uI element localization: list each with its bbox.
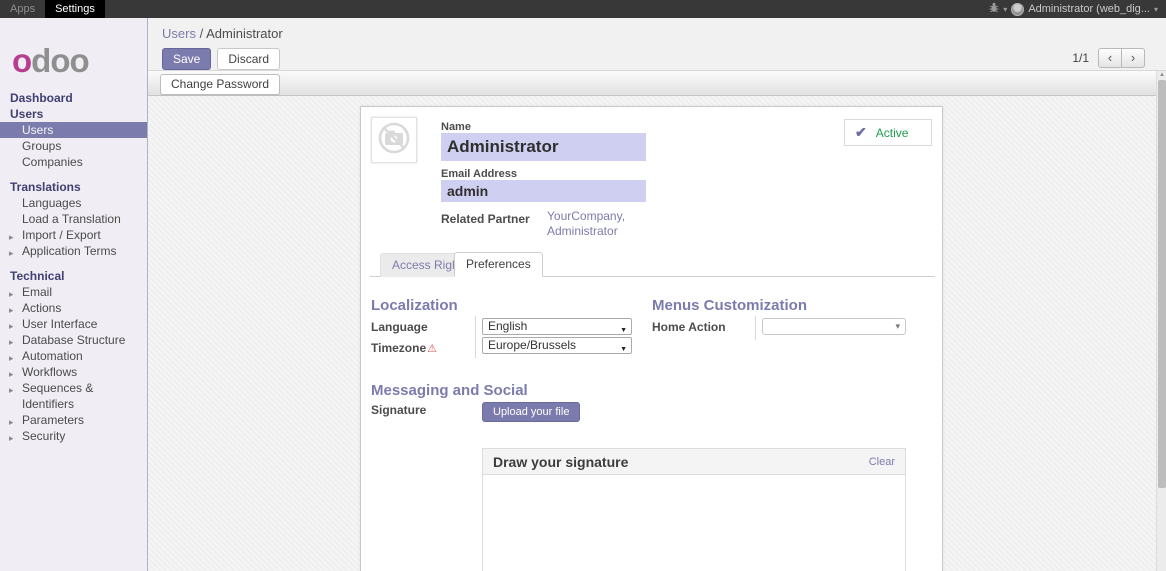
odoo-logo: odoo	[0, 18, 147, 90]
sidebar-item-security[interactable]: ▸Security	[0, 428, 147, 444]
sidebar-menu: Dashboard Users Users Groups Companies T…	[0, 90, 147, 444]
dropdown-caret-icon: ▾	[895, 321, 900, 332]
select-caret-icon: ▼	[620, 342, 627, 357]
sidebar-heading-dashboard: Dashboard	[0, 90, 147, 106]
debug-icon[interactable]	[989, 0, 999, 18]
sidebar-heading-translations: Translations	[0, 179, 147, 195]
breadcrumb-users-link[interactable]: Users	[162, 26, 196, 41]
sidebar-item-groups[interactable]: Groups	[0, 138, 147, 154]
control-panel: Users / Administrator Save Discard 1/1 ‹…	[148, 18, 1166, 71]
pager-previous-button[interactable]: ‹	[1098, 48, 1122, 68]
sidebar-item-languages[interactable]: Languages	[0, 195, 147, 211]
select-caret-icon: ▼	[620, 323, 627, 338]
home-action-label: Home Action	[652, 320, 726, 334]
sidebar-item-application-terms[interactable]: ▸Application Terms	[0, 243, 147, 259]
name-label: Name	[441, 121, 471, 133]
secondary-sidebar: odoo Dashboard Users Users Groups Compan…	[0, 18, 148, 571]
odoo-settings-window: Apps Settings ▾ Administrator (web_dig..…	[0, 0, 1166, 571]
sidebar-item-sequences-identifiers[interactable]: ▸Sequences & Identifiers	[0, 380, 147, 412]
email-label: Email Address	[441, 168, 517, 180]
scrollbar-thumb[interactable]	[1158, 80, 1166, 488]
sidebar-item-automation[interactable]: ▸Automation	[0, 348, 147, 364]
breadcrumb: Users / Administrator	[162, 26, 283, 41]
signature-label: Signature	[371, 403, 426, 417]
expand-arrow-icon: ▸	[9, 430, 14, 446]
tab-preferences[interactable]: Preferences	[454, 252, 543, 277]
sidebar-item-database-structure[interactable]: ▸Database Structure	[0, 332, 147, 348]
sidebar-item-workflows[interactable]: ▸Workflows	[0, 364, 147, 380]
notebook-tabs: Access Rights Preferences	[370, 254, 935, 277]
scroll-up-arrow-icon[interactable]: ▲	[1157, 71, 1166, 80]
record-avatar-placeholder[interactable]	[371, 117, 417, 163]
sidebar-item-import-export[interactable]: ▸Import / Export	[0, 227, 147, 243]
debug-caret-icon[interactable]: ▾	[1003, 5, 1007, 14]
timezone-warning-icon: ⚠	[427, 343, 437, 355]
messaging-social-title: Messaging and Social	[371, 382, 528, 399]
expand-arrow-icon: ▸	[9, 245, 14, 261]
no-camera-icon	[375, 119, 413, 162]
related-partner-link[interactable]: YourCompany, Administrator	[547, 209, 642, 239]
language-label: Language	[371, 320, 428, 334]
localization-title: Localization	[371, 297, 458, 314]
menu-apps[interactable]: Apps	[0, 0, 45, 18]
timezone-label: Timezone	[371, 341, 426, 355]
field-separator	[755, 316, 756, 340]
check-icon: ✔	[855, 124, 867, 141]
menu-settings[interactable]: Settings	[45, 0, 105, 18]
top-menubar: Apps Settings ▾ Administrator (web_dig..…	[0, 0, 1166, 18]
discard-button[interactable]: Discard	[217, 48, 280, 70]
breadcrumb-current: Administrator	[206, 26, 283, 41]
user-menu-label[interactable]: Administrator (web_dig...	[1028, 3, 1150, 15]
save-button[interactable]: Save	[162, 48, 211, 70]
menus-customization-title: Menus Customization	[652, 297, 807, 314]
language-select[interactable]: English ▼	[482, 318, 632, 335]
upload-file-button[interactable]: Upload your file	[482, 402, 580, 422]
email-input[interactable]	[441, 180, 646, 202]
home-action-input[interactable]: ▾	[762, 318, 906, 335]
sidebar-heading-technical: Technical	[0, 268, 147, 284]
signature-header: Draw your signature Clear	[483, 449, 905, 475]
sidebar-item-user-interface[interactable]: ▸User Interface	[0, 316, 147, 332]
expand-arrow-icon: ▸	[9, 382, 14, 398]
timezone-label-row: Timezone⚠	[371, 339, 437, 357]
form-statusbar: Change Password	[148, 71, 1166, 96]
active-label: Active	[876, 126, 909, 140]
sidebar-item-parameters[interactable]: ▸Parameters	[0, 412, 147, 428]
sidebar-item-actions[interactable]: ▸Actions	[0, 300, 147, 316]
signature-title: Draw your signature	[493, 454, 628, 470]
user-caret-icon[interactable]: ▾	[1154, 5, 1158, 14]
sidebar-heading-users: Users	[0, 106, 147, 122]
pager: 1/1 ‹ ›	[1072, 48, 1145, 68]
active-checkbox[interactable]: ✔ Active	[844, 119, 932, 146]
related-partner-label: Related Partner	[441, 212, 530, 226]
signature-canvas[interactable]	[483, 475, 905, 571]
sidebar-item-email[interactable]: ▸Email	[0, 284, 147, 300]
breadcrumb-separator: /	[200, 26, 204, 41]
form-sheet: Name Email Address Related Partner YourC…	[360, 106, 943, 571]
pager-next-button[interactable]: ›	[1121, 48, 1145, 68]
sidebar-item-companies[interactable]: Companies	[0, 154, 147, 170]
timezone-select[interactable]: Europe/Brussels ▼	[482, 337, 632, 354]
sidebar-item-users[interactable]: Users	[0, 122, 147, 138]
name-input[interactable]	[441, 133, 646, 161]
user-avatar	[1011, 3, 1024, 16]
pager-counter: 1/1	[1072, 51, 1089, 65]
sidebar-item-load-a-translation[interactable]: Load a Translation	[0, 211, 147, 227]
vertical-scrollbar[interactable]: ▲	[1156, 71, 1166, 571]
signature-clear-button[interactable]: Clear	[869, 456, 895, 468]
field-separator	[475, 316, 476, 358]
signature-widget: Draw your signature Clear	[482, 448, 906, 571]
change-password-button[interactable]: Change Password	[160, 74, 280, 95]
